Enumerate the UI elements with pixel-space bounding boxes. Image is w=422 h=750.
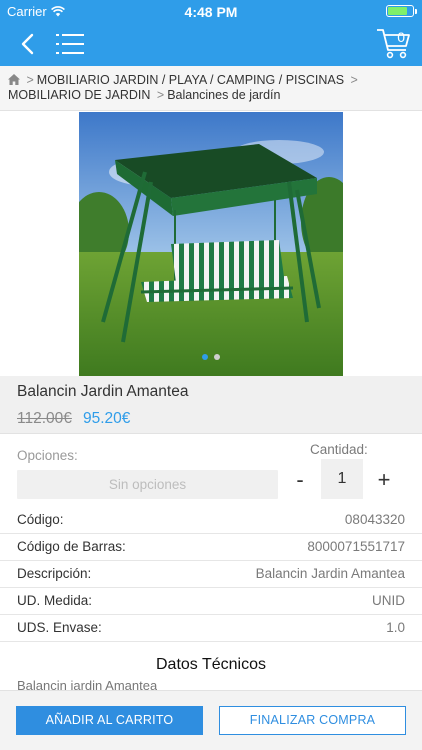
breadcrumb-separator: > (156, 88, 165, 102)
quantity-label: Cantidad: (310, 442, 368, 457)
breadcrumb: > MOBILIARIO JARDIN / PLAYA / CAMPING / P… (0, 66, 422, 111)
quantity-increment-button[interactable]: + (372, 466, 396, 494)
breadcrumb-separator: > (26, 73, 34, 87)
detail-value: 1.0 (386, 620, 405, 635)
old-price: 112.00€ (17, 410, 72, 427)
gallery-pager (0, 347, 422, 365)
battery-icon (386, 5, 417, 17)
tech-data-title: Datos Técnicos (156, 656, 266, 673)
detail-key: Código de Barras: (17, 539, 126, 554)
breadcrumb-item-2[interactable]: MOBILIARIO DE JARDIN (8, 88, 150, 102)
cart-count: 0 (397, 29, 405, 45)
back-arrow-icon[interactable] (14, 30, 42, 58)
pager-dot-1[interactable] (202, 354, 208, 360)
product-gallery[interactable] (0, 112, 422, 376)
quantity-field[interactable]: 1 (321, 459, 363, 499)
detail-value: Balancin Jardin Amantea (255, 566, 405, 581)
detail-key: UDS. Envase: (17, 620, 102, 635)
action-bar: AÑADIR AL CARRITO FINALIZAR COMPRA (0, 690, 422, 750)
menu-icon[interactable] (56, 32, 84, 56)
tech-data-text: Balancin jardin Amantea (17, 678, 158, 690)
detail-key: UD. Medida: (17, 593, 93, 608)
detail-row: Descripción: Balancin Jardin Amantea (0, 561, 422, 588)
status-bar: Carrier 4:48 PM (0, 0, 422, 22)
detail-value: 08043320 (344, 512, 405, 527)
product-header: Balancin Jardin Amantea 112.00€ 95.20€ (0, 376, 422, 434)
current-price: 95.20€ (83, 410, 131, 427)
product-image[interactable] (79, 112, 343, 376)
pager-dot-2[interactable] (214, 354, 220, 360)
detail-value: 8000071551717 (307, 539, 405, 554)
add-to-cart-button[interactable]: AÑADIR AL CARRITO (16, 706, 203, 735)
breadcrumb-separator: > (350, 73, 358, 87)
checkout-button[interactable]: FINALIZAR COMPRA (219, 706, 406, 735)
clock: 4:48 PM (184, 4, 238, 20)
detail-key: Descripción: (17, 566, 92, 581)
nav-bar: 0 (0, 22, 422, 66)
detail-row: Código: 08043320 (0, 507, 422, 534)
detail-row: UDS. Envase: 1.0 (0, 615, 422, 642)
cart-icon[interactable] (376, 26, 412, 60)
detail-row: Código de Barras: 8000071551717 (0, 534, 422, 561)
home-icon[interactable] (8, 74, 20, 85)
breadcrumb-item-3[interactable]: Balancines de jardín (167, 88, 280, 102)
product-details: Código: 08043320 Código de Barras: 80000… (0, 507, 422, 642)
app-header: Carrier 4:48 PM 0 (0, 0, 422, 66)
breadcrumb-item-1[interactable]: MOBILIARIO JARDIN / PLAYA / CAMPING / PI… (37, 73, 344, 87)
detail-row: UD. Medida: UNID (0, 588, 422, 615)
options-select[interactable]: Sin opciones (17, 470, 278, 499)
detail-key: Código: (17, 512, 64, 527)
quantity-decrement-button[interactable]: - (288, 466, 312, 494)
options-label: Opciones: (17, 448, 78, 463)
product-title: Balancin Jardin Amantea (17, 383, 189, 400)
detail-value: UNID (372, 593, 405, 608)
